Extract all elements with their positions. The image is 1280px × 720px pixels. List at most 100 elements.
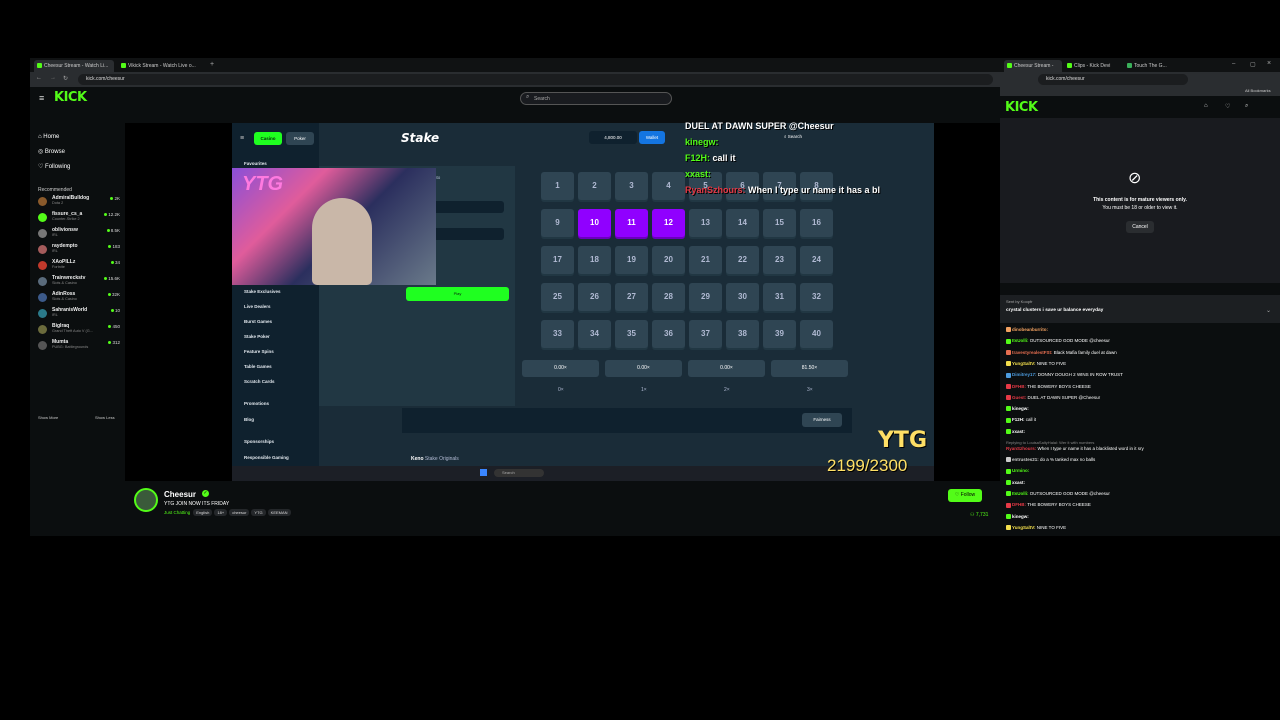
- heart-icon[interactable]: ♡: [1225, 103, 1230, 110]
- chat-message-row: ItsUolli: OUTSOURCED GOD MODE @cheesur: [1006, 491, 1110, 497]
- chat-username[interactable]: xxast:: [1012, 480, 1025, 485]
- recommended-channel[interactable]: BigIraq Grand Theft Auto V (G... 450: [38, 323, 120, 336]
- tab-cheesur[interactable]: Cheesur Stream - Watch Li...: [34, 60, 114, 72]
- chat-message: DUEL AT DAWN SUPER @Cheesur: [685, 121, 834, 131]
- chat-username[interactable]: xxast:: [1012, 429, 1025, 434]
- url-field[interactable]: kick.com/cheesur: [78, 74, 993, 85]
- nav-following[interactable]: ♡ Following: [38, 163, 70, 170]
- avatar: [38, 341, 47, 350]
- reload-icon[interactable]: ↻: [63, 75, 68, 82]
- mature-title: This content is for mature viewers only.: [1093, 197, 1187, 203]
- search-icon[interactable]: ⌕: [1245, 103, 1248, 110]
- chat-username[interactable]: DFHB:: [1012, 502, 1027, 507]
- back-icon[interactable]: ←: [36, 75, 42, 81]
- gift-icon[interactable]: ⌂: [1204, 103, 1208, 109]
- chat-message-row: Guest: DUEL AT DAWN SUPER @Cheesur: [1006, 395, 1100, 401]
- chat-username[interactable]: F12H:: [1012, 417, 1026, 422]
- show-more-button[interactable]: Show More: [38, 415, 58, 420]
- cancel-button[interactable]: Cancel: [1126, 221, 1154, 233]
- chat-username[interactable]: entrustes21:: [1012, 457, 1040, 462]
- tab-vikick[interactable]: Vikick Stream - Watch Live o...: [118, 60, 208, 72]
- streamer-avatar[interactable]: [134, 488, 158, 512]
- kick-header: ≡ KICK ⌕ Search: [30, 87, 1000, 111]
- recommended-channel[interactable]: raydempto IRL 183: [38, 243, 120, 256]
- streamer-silhouette: [312, 198, 372, 285]
- chat-username[interactable]: Dimitrey17:: [1012, 372, 1038, 377]
- chat-username[interactable]: YungSaltV:: [1012, 361, 1037, 366]
- mature-content-notice: ⊘ This content is for mature viewers onl…: [1000, 118, 1280, 283]
- recommended-channel[interactable]: SahranisWorld IRL 10: [38, 307, 120, 320]
- stream-tag[interactable]: KEEMAN: [267, 509, 291, 516]
- tab-clips[interactable]: Clips - Kick Devi: [1064, 60, 1122, 72]
- tab-touch[interactable]: Touch The G...: [1124, 60, 1180, 72]
- keno-tile: 17: [541, 246, 574, 274]
- badge-icon: [1006, 327, 1011, 333]
- follow-button[interactable]: ♡ Follow: [948, 489, 982, 502]
- keno-tile: 21: [689, 246, 722, 274]
- keno-tile: 30: [726, 283, 759, 311]
- chat-username[interactable]: travestyrealestFSt:: [1012, 350, 1054, 355]
- chat-username[interactable]: ItsUolli:: [1012, 338, 1030, 343]
- kick-favicon-icon: [121, 63, 126, 68]
- stream-tag[interactable]: English: [193, 509, 213, 516]
- chat-username[interactable]: kinegw:: [1012, 514, 1029, 519]
- channel-category: Dota 2: [52, 201, 64, 205]
- chat-message: do a % tanked max no balls: [1040, 457, 1096, 462]
- chat-username[interactable]: Urmino:: [1012, 468, 1029, 473]
- search-input[interactable]: ⌕ Search: [520, 92, 672, 105]
- chevron-down-icon[interactable]: ⌄: [1266, 307, 1271, 314]
- new-tab-icon[interactable]: +: [210, 61, 214, 68]
- chat-username[interactable]: YungSaltV:: [1012, 525, 1037, 530]
- recommended-channel[interactable]: oblivionsw IRL 8.5K: [38, 227, 120, 240]
- stream-tag[interactable]: YTG: [251, 509, 266, 516]
- chat-username[interactable]: RyanSzhours:: [1006, 446, 1038, 451]
- chat-message: NINE TO FIVE: [1036, 524, 1067, 530]
- chat-username[interactable]: dinobeanburrito:: [1012, 327, 1048, 332]
- menu-icon[interactable]: ≡: [39, 93, 44, 103]
- recommended-channel[interactable]: XAoPILLz Fortnite 34: [38, 259, 120, 272]
- category-link[interactable]: Just Chatting: [164, 510, 190, 515]
- left-browser-window: Cheesur Stream - Watch Li... Vikick Stre…: [30, 58, 1000, 536]
- viewer-count: ⚇ 7,731: [970, 512, 989, 518]
- kick-logo[interactable]: KICK: [1005, 100, 1038, 115]
- viewer-count: 450: [108, 324, 120, 329]
- keno-tile: 28: [652, 283, 685, 311]
- keno-tile: 29: [689, 283, 722, 311]
- viewer-count: 15.6K: [104, 276, 120, 281]
- stream-tag[interactable]: cheesur: [229, 509, 250, 516]
- minimize-icon[interactable]: –: [1232, 61, 1235, 67]
- nav-browse[interactable]: ◎ Browse: [38, 148, 65, 155]
- recommended-channel[interactable]: Trainwreckstv Slots & Casino 15.6K: [38, 275, 120, 288]
- chat-username[interactable]: DFHB:: [1012, 384, 1027, 389]
- maximize-icon[interactable]: ▢: [1250, 61, 1256, 68]
- url-field[interactable]: kick.com/cheesur: [1038, 74, 1188, 85]
- chat-username[interactable]: kinegw:: [1012, 406, 1029, 411]
- recommended-channel[interactable]: Mumta PUBG: Battlegrounds 312: [38, 339, 120, 352]
- tab-favicon-icon: [1127, 63, 1132, 68]
- badge-icon: [1006, 457, 1011, 463]
- chat-message-row: kinegw:: [1006, 406, 1029, 412]
- forward-icon[interactable]: →: [50, 75, 56, 81]
- tab-cheesur[interactable]: Cheesur Stream -: [1004, 60, 1062, 72]
- nav-home[interactable]: ⌂ Home: [38, 134, 59, 140]
- chat-message-row: kinegw:: [1006, 514, 1029, 519]
- close-icon[interactable]: ×: [1267, 60, 1271, 67]
- recommended-channel[interactable]: fissure_cs_a Counter-Strike 2 12.2K: [38, 211, 120, 224]
- streamer-name[interactable]: Cheesur: [164, 490, 196, 499]
- recommended-channel[interactable]: AdmiralBulldog Dota 2 2K: [38, 195, 120, 208]
- chat-message: When I type ur name it has a bl: [748, 185, 881, 195]
- keno-tile: 14: [726, 209, 759, 237]
- chat-username[interactable]: ItsUolli:: [1012, 491, 1030, 496]
- show-less-button[interactable]: Show Less: [95, 415, 115, 420]
- recommended-channel[interactable]: AdinRoss Slots & Casino 32K: [38, 291, 120, 304]
- chat-message-row: dinobeanburrito:: [1006, 327, 1048, 333]
- chat-message: Black Mafia family duel at dawn: [1053, 349, 1117, 355]
- all-bookmarks[interactable]: All Bookmarks: [1245, 88, 1271, 93]
- keno-tile: 4: [652, 172, 685, 200]
- overlay-chat-line: kinegw:: [685, 137, 719, 147]
- video-player[interactable]: ≡ Casino Poker Favourites Stake Exclusiv…: [125, 121, 1000, 481]
- kick-logo[interactable]: KICK: [54, 90, 87, 105]
- chat-username[interactable]: Guest:: [1012, 395, 1028, 400]
- chat-message: OUTSOURCED GOD MODE @cheesur: [1029, 338, 1110, 344]
- stream-tag[interactable]: 18+: [214, 509, 228, 516]
